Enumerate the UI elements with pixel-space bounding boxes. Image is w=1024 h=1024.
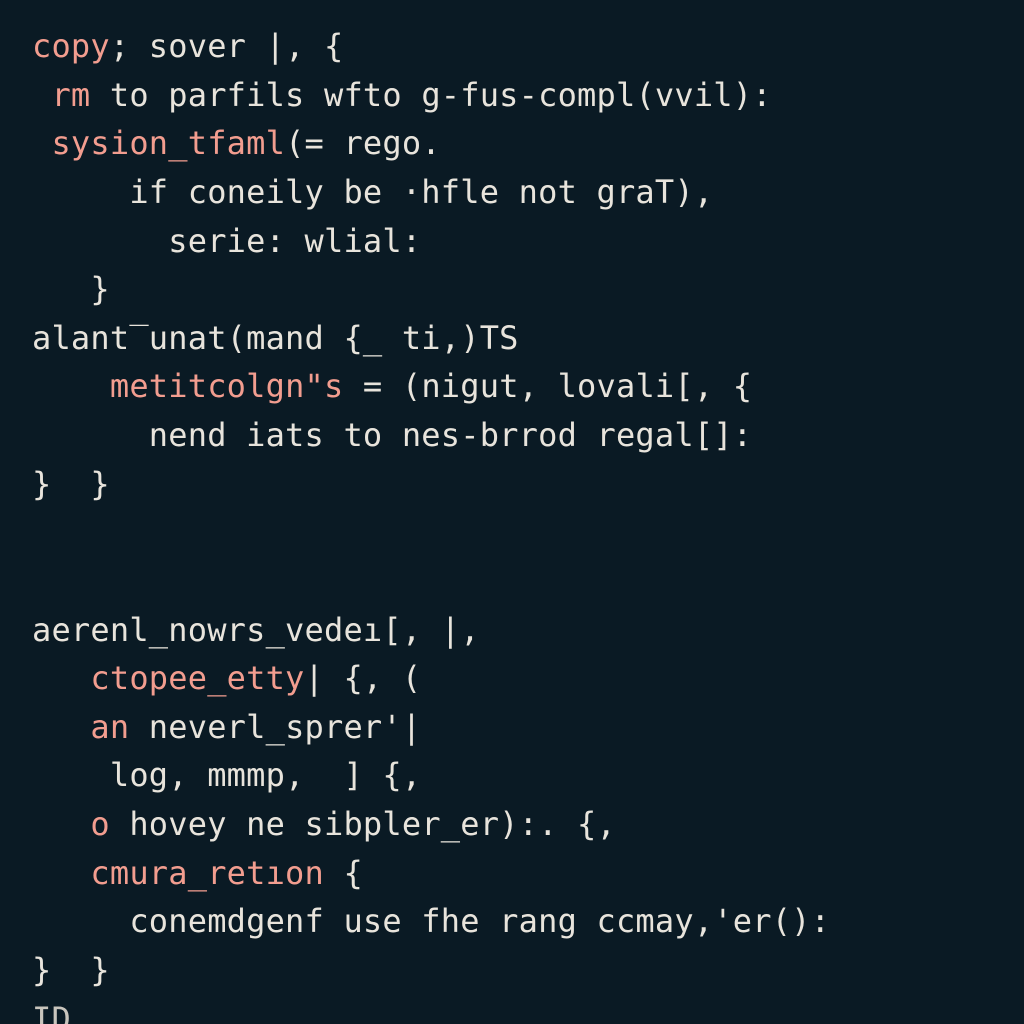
code-token <box>32 708 90 746</box>
code-token: to parfils wfto g-fus-compl(vvil): <box>90 76 771 114</box>
code-token: an <box>90 708 129 746</box>
code-line: metitcolgn"s = (nigut, lovali[, { <box>32 367 752 405</box>
code-token: aerenl_nowrs_vedeı[, |, <box>32 611 480 649</box>
code-line: nend iats to nes-brrod regal[]: <box>32 416 752 454</box>
code-token: conemdgenf use fhe rang ccmay,'er(): <box>32 902 830 940</box>
code-token: (= rego. <box>285 124 441 162</box>
code-line: ctopee_etty| {, ( <box>32 659 421 697</box>
code-token: hovey ne sibpler_er):. {, <box>110 805 616 843</box>
code-token: { <box>324 854 363 892</box>
code-token: nend iats to nes-brrod regal[]: <box>32 416 752 454</box>
code-line: rm to parfils wfto g-fus-compl(vvil): <box>32 76 772 114</box>
code-editor[interactable]: copy; sover |, { rm to parfils wfto g-fu… <box>0 0 1024 1024</box>
code-token: = (nigut, lovali[, { <box>343 367 752 405</box>
code-line: aerenl_nowrs_vedeı[, |, <box>32 611 480 649</box>
code-token: neverl_sprer'| <box>129 708 421 746</box>
code-token: alant‾unat(mand {_ ti,)TS <box>32 319 519 357</box>
code-token: o <box>90 805 109 843</box>
code-token: cmura_retıon <box>90 854 324 892</box>
code-token: copy <box>32 27 110 65</box>
code-token: log, mmmp, ] {, <box>32 756 421 794</box>
code-token <box>32 124 51 162</box>
code-line: log, mmmp, ] {, <box>32 756 421 794</box>
code-token: ; sover |, { <box>110 27 344 65</box>
code-line: an neverl_sprer'| <box>32 708 421 746</box>
code-line: if coneily be ·hfle not graT), <box>32 173 713 211</box>
code-token: metitcolgn"s <box>110 367 344 405</box>
code-token: } } <box>32 951 110 989</box>
code-token: } } <box>32 465 110 503</box>
code-line: copy; sover |, { <box>32 27 343 65</box>
code-token: ctopee_etty <box>90 659 304 697</box>
code-token: sysion_tfaml <box>51 124 285 162</box>
code-token <box>32 76 51 114</box>
code-token: } <box>32 270 110 308</box>
code-token: if coneily be ·hfle not graT), <box>32 173 713 211</box>
code-line: serie: wlial: <box>32 222 421 260</box>
code-line: ID <box>32 1000 71 1024</box>
code-token: | {, ( <box>305 659 422 697</box>
code-token: rm <box>51 76 90 114</box>
code-token <box>32 367 110 405</box>
code-token: serie: wlial: <box>32 222 421 260</box>
code-line: } <box>32 270 110 308</box>
code-line: cmura_retıon { <box>32 854 363 892</box>
code-line: o hovey ne sibpler_er):. {, <box>32 805 616 843</box>
code-line: alant‾unat(mand {_ ti,)TS <box>32 319 519 357</box>
code-token: ID <box>32 1000 71 1024</box>
code-line: sysion_tfaml(= rego. <box>32 124 441 162</box>
code-line: } } <box>32 465 110 503</box>
code-line: } } <box>32 951 110 989</box>
code-line: conemdgenf use fhe rang ccmay,'er(): <box>32 902 830 940</box>
code-token <box>32 805 90 843</box>
code-token <box>32 659 90 697</box>
code-token <box>32 854 90 892</box>
